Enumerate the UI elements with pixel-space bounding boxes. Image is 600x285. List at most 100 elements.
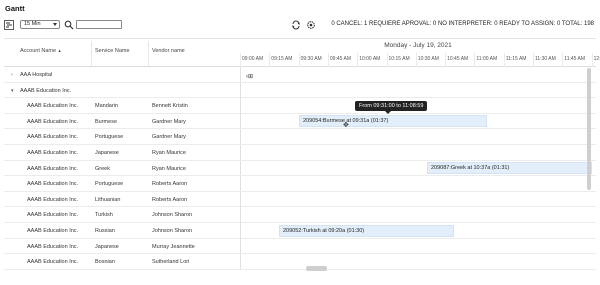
status-summary: 0 CANCEL: 1 REQUIERE APROVAL: 0 NO INTER… <box>331 21 594 27</box>
timeline-border <box>240 254 241 269</box>
column-header-service[interactable]: Service Name <box>95 48 130 54</box>
timeline-border <box>240 223 241 238</box>
table-row: AAAB Education Inc. Portuguese Gardner Mar… <box>4 129 596 145</box>
timeline-border <box>240 113 241 129</box>
cell-account: AAAB Education Inc. <box>27 150 79 156</box>
cell-service: Lithuanian <box>95 196 121 203</box>
timeline-divider <box>562 53 564 67</box>
timeline-tick: 09:45 AM <box>329 56 352 62</box>
timeline-divider <box>415 53 417 67</box>
cell-service: Portuguese <box>95 134 124 141</box>
cell-account: AAAB Education Inc. <box>27 243 79 250</box>
chevron-right-icon[interactable]: › <box>11 72 13 78</box>
cell-vendor: Johnson Sharon <box>152 212 193 219</box>
timeline-tick: 10:15 AM <box>388 56 410 62</box>
table-row: AAAB Education Inc. Japanese Ryan Maurice <box>4 145 596 161</box>
column-divider <box>148 41 149 66</box>
cell-vendor: Johnson Sharon <box>152 228 193 234</box>
cell-vendor: Sutherland Lori <box>152 259 190 266</box>
timeline-border <box>240 82 241 98</box>
refresh-icon[interactable] <box>291 20 301 30</box>
timeline-border <box>240 176 241 191</box>
grid-header: Account Name ▲ Service Name Vendor name <box>4 39 240 67</box>
cell-account: AAAB Education Inc. <box>27 212 79 219</box>
search-icon[interactable] <box>64 20 74 30</box>
table-row: AAAB Education Inc. Japanese Murray Jeanne… <box>4 238 596 255</box>
table-row: AAAB Education Inc. Bosnian Sutherland Lor… <box>4 254 596 270</box>
timeline-tick: 09:30 AM <box>300 56 322 62</box>
timeline-divider <box>240 53 241 67</box>
timeline-tick: 09:15 AM <box>271 56 293 62</box>
timeline-border <box>240 145 241 160</box>
collapse-icon[interactable]: ‹⊞ <box>246 73 253 80</box>
task-tooltip: From 09:31:00 to 11:08:59 <box>355 101 428 114</box>
task-bar[interactable]: 209052:Turkish at 09:20a (01:30) <box>279 224 454 237</box>
column-divider <box>91 41 92 66</box>
timeline-tick: 09:00 AM <box>242 56 264 62</box>
cell-account: AAAB Education Inc. <box>27 165 79 172</box>
page-title: Gantt <box>5 4 25 13</box>
chevron-down-icon[interactable]: ▾ <box>11 88 14 94</box>
column-header-vendor[interactable]: Vendor name <box>152 48 185 54</box>
column-header-account[interactable]: Account Name ▲ <box>20 48 62 54</box>
group-label: AAAB Education Inc. <box>20 87 72 94</box>
table-row: AAAB Education Inc. Turkish Johnson Sharon <box>4 207 596 223</box>
mouse-cursor-icon: ✥ <box>343 122 349 129</box>
toolbar: 15 Min 0 CANCEL: 1 REQUIERE APROVAL: 0 N… <box>4 19 596 31</box>
search-input[interactable] <box>76 20 122 29</box>
cell-account: AAAB Education Inc. <box>27 134 79 141</box>
timeline-border <box>240 207 241 222</box>
timeline-date: Monday - July 19, 2021 <box>384 42 452 49</box>
horizontal-scrollbar[interactable] <box>306 266 327 271</box>
timeline-divider <box>474 53 476 67</box>
group-row: › AAA Hospital <box>4 67 596 83</box>
timeline-tick: 10:45 AM <box>447 56 469 62</box>
cell-service: Burmese <box>95 118 118 125</box>
table-row: AAAB Education Inc. Lithuanian Roberts Aar… <box>4 191 596 208</box>
timeline-divider <box>327 53 329 67</box>
cell-account: AAAB Education Inc. <box>27 196 79 203</box>
task-bar[interactable]: 209087:Greek at 10:37a (01:31) <box>427 162 592 175</box>
gantt-view-icon[interactable] <box>4 20 14 30</box>
timeline-divider <box>298 53 300 67</box>
interval-value: 15 Min <box>24 21 41 27</box>
gantt-grid: Account Name ▲ Service Name Vendor name … <box>4 38 600 283</box>
settings-icon[interactable] <box>306 20 316 30</box>
cell-service: Japanese <box>95 150 119 156</box>
cell-account: AAAB Education Inc. <box>27 228 79 234</box>
cell-service: Mandarin <box>95 103 118 110</box>
timeline-divider <box>445 53 447 67</box>
task-bar[interactable]: 209054:Burmese at 09:31a (01:37) <box>299 115 487 128</box>
timeline-tick: 11:00 AM <box>476 56 498 62</box>
interval-select[interactable]: 15 Min <box>20 20 60 29</box>
cell-vendor: Ryan Maurice <box>152 165 186 172</box>
timeline-divider <box>386 53 388 67</box>
sort-asc-icon: ▲ <box>57 48 62 53</box>
timeline-tick: 10:30 AM <box>417 56 439 62</box>
timeline-border <box>240 67 241 82</box>
timeline-tick: 11:45 AM <box>564 56 586 62</box>
timeline-divider <box>357 53 359 67</box>
timeline-header: Monday - July 19, 2021 09:00 AM 09:15 AM 0… <box>240 39 600 67</box>
cell-vendor: Gardner Mary <box>152 118 186 125</box>
cell-vendor: Ryan Maurice <box>152 150 186 156</box>
vertical-scrollbar[interactable] <box>587 68 591 190</box>
cell-account: AAAB Education Inc. <box>27 181 79 188</box>
timeline-divider <box>269 53 271 67</box>
timeline-divider <box>503 53 505 67</box>
cell-service: Turkish <box>95 212 113 219</box>
cell-service: Bosnian <box>95 259 115 266</box>
timeline-tick: 11:30 AM <box>535 56 556 62</box>
cell-vendor: Roberts Aaron <box>152 196 188 203</box>
cell-service: Greek <box>95 165 110 172</box>
group-label: AAA Hospital <box>20 72 53 78</box>
timeline-border <box>240 238 241 254</box>
timeline-divider <box>533 53 534 67</box>
table-row: AAAB Education Inc. Portuguese Roberts Aar… <box>4 176 596 192</box>
timeline-border <box>240 160 241 176</box>
table-row: AAAB Education Inc. Mandarin Bennett Krist… <box>4 98 596 114</box>
cell-service: Portuguese <box>95 181 124 188</box>
cell-vendor: Roberts Aaron <box>152 181 188 188</box>
cell-vendor: Bennett Kristin <box>152 103 188 110</box>
timeline-border <box>240 129 241 144</box>
